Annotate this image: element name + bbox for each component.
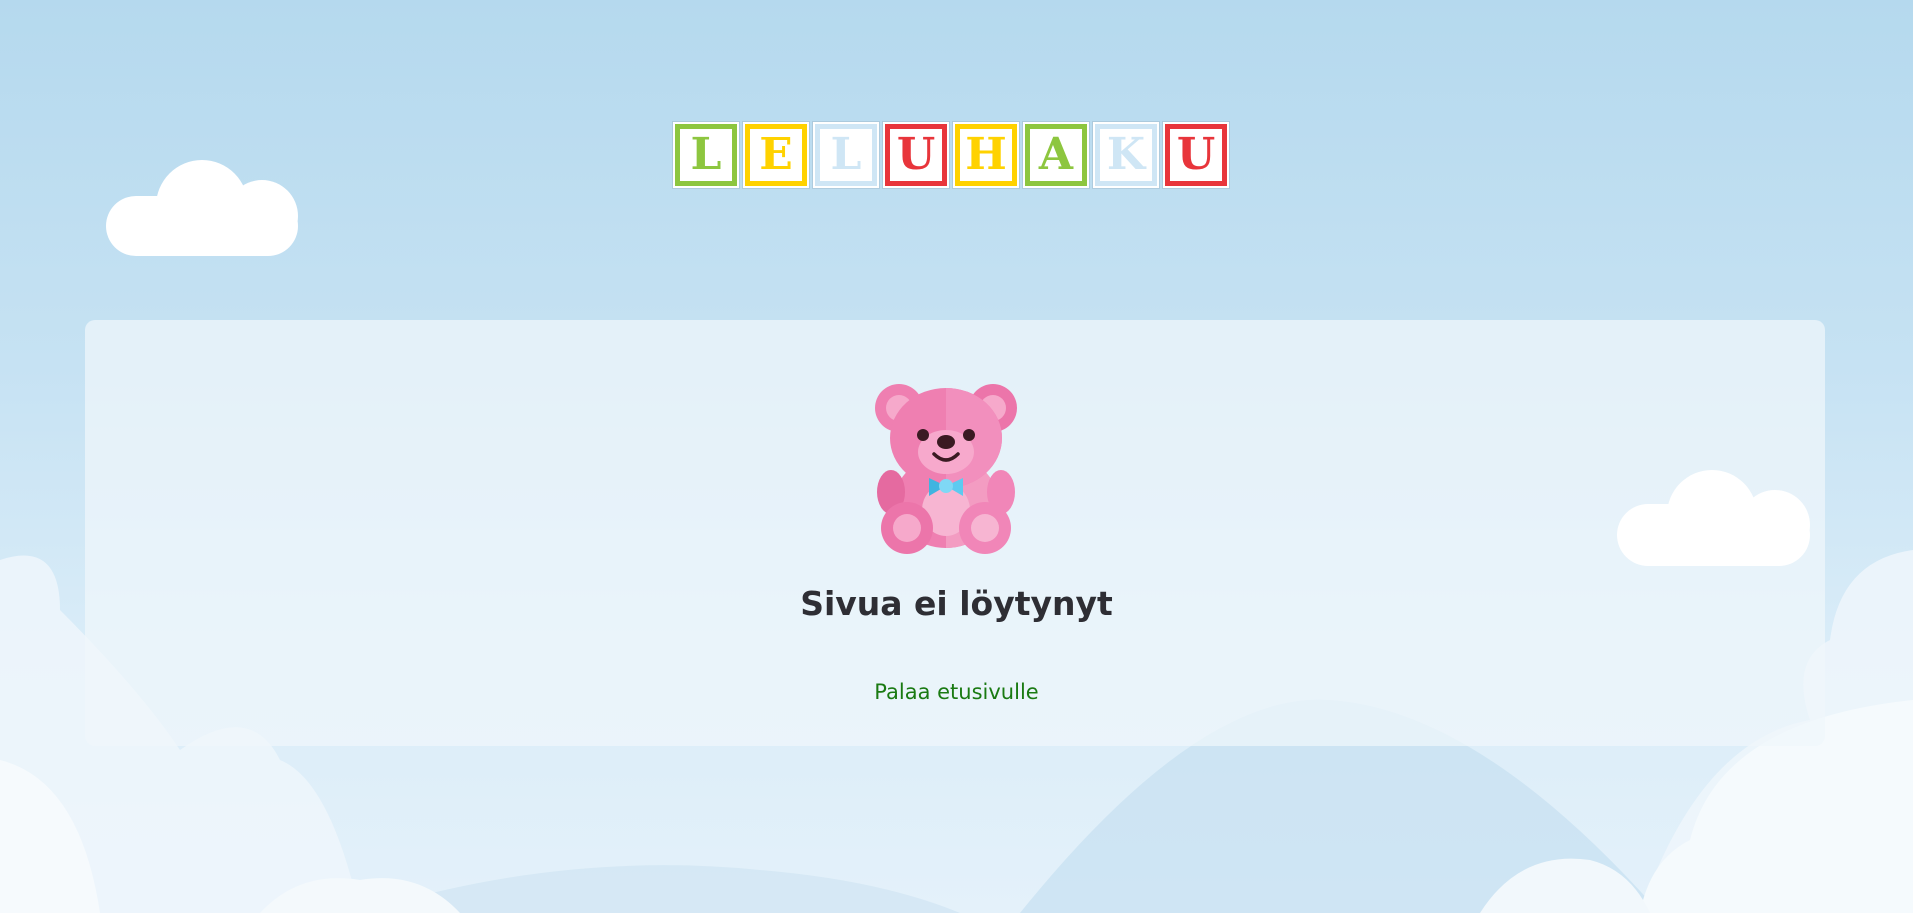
logo-block: U	[883, 122, 949, 188]
logo-block: U	[1163, 122, 1229, 188]
logo-letter: E	[750, 129, 802, 181]
logo-letter: K	[1100, 129, 1152, 181]
logo-block: E	[743, 122, 809, 188]
logo-block: K	[1093, 122, 1159, 188]
logo-letter: H	[960, 129, 1012, 181]
page-title: Sivua ei löytynyt	[800, 584, 1113, 623]
logo-letter: L	[820, 129, 872, 181]
logo-block: L	[813, 122, 879, 188]
logo-block: H	[953, 122, 1019, 188]
logo-block: L	[673, 122, 739, 188]
logo-letter: U	[1170, 129, 1222, 181]
logo-letter: A	[1030, 129, 1082, 181]
leluhaku-logo[interactable]: LELUHAKU	[673, 122, 1233, 188]
logo-block: A	[1023, 122, 1089, 188]
logo-letter: L	[680, 129, 732, 181]
back-to-home-link[interactable]: Palaa etusivulle	[0, 680, 1913, 704]
logo-letter: U	[890, 129, 942, 181]
teddy-bear-icon	[875, 384, 1017, 554]
